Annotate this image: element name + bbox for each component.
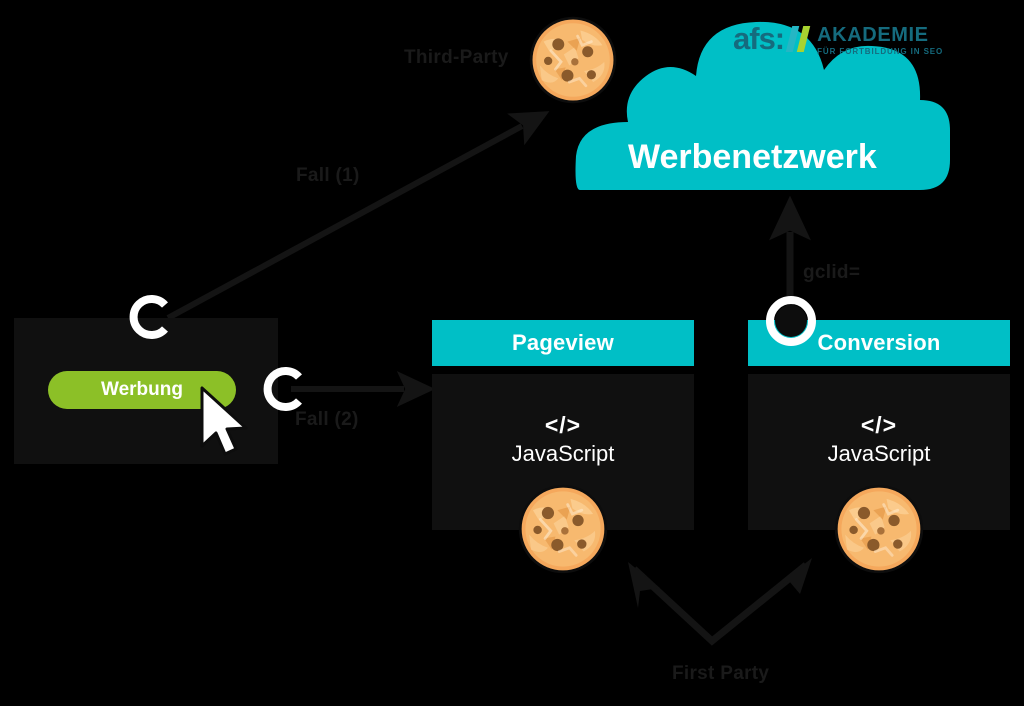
pageview-first-party-cookie	[516, 482, 610, 576]
logo-brand: afs:	[733, 21, 785, 56]
third-party-label: Third-Party	[404, 47, 509, 68]
arrow-first-party-head-left	[628, 562, 660, 608]
conversion-header-label: Conversion	[817, 330, 941, 355]
diagram-canvas: Werbenetzwerk afs: AKADEMIE FÜR FORTBILD…	[0, 0, 1024, 706]
conversion-tech-label: JavaScript	[827, 440, 931, 466]
pageview-js-block: </> JavaScript	[432, 411, 694, 467]
arrow-case-one	[166, 111, 550, 321]
cookie-icon	[529, 16, 617, 104]
cookie-icon	[834, 484, 924, 574]
case-two-label: Fall (2)	[295, 409, 359, 430]
conversion-first-party-cookie	[832, 482, 926, 576]
afs-akademie-logo: afs: AKADEMIE FÜR FORTBILDUNG IN SEO	[733, 21, 944, 56]
ring-filled-icon	[766, 296, 816, 346]
cursor-arrow	[200, 386, 248, 456]
pageview-panel-header: Pageview	[432, 320, 694, 366]
first-party-label: First Party	[672, 663, 770, 684]
pageview-header-label: Pageview	[512, 330, 614, 355]
third-party-cookie	[527, 14, 619, 106]
logo-name: AKADEMIE	[817, 24, 929, 46]
ring-open-icon	[129, 295, 168, 339]
conversion-code-glyph: </>	[860, 412, 898, 438]
logo-slashes-icon	[785, 26, 811, 52]
gclid-label: gclid=	[803, 262, 861, 283]
marker-conversion-gclid	[762, 292, 820, 350]
cloud-label: Werbenetzwerk	[628, 138, 877, 176]
arrow-first-party-stem	[631, 562, 809, 646]
pageview-code-glyph: </>	[544, 412, 582, 438]
marker-ad-box-top	[121, 289, 177, 345]
logo-tagline: FÜR FORTBILDUNG IN SEO	[817, 47, 944, 56]
arrow-first-party-head-right	[774, 558, 812, 594]
case-one-label: Fall (1)	[296, 165, 360, 186]
cookie-icon	[518, 484, 608, 574]
mouse-cursor-icon	[198, 386, 254, 458]
werbung-ad-button-label: Werbung	[101, 379, 183, 400]
conversion-js-block: </> JavaScript	[748, 411, 1010, 467]
pageview-tech-label: JavaScript	[511, 440, 615, 466]
